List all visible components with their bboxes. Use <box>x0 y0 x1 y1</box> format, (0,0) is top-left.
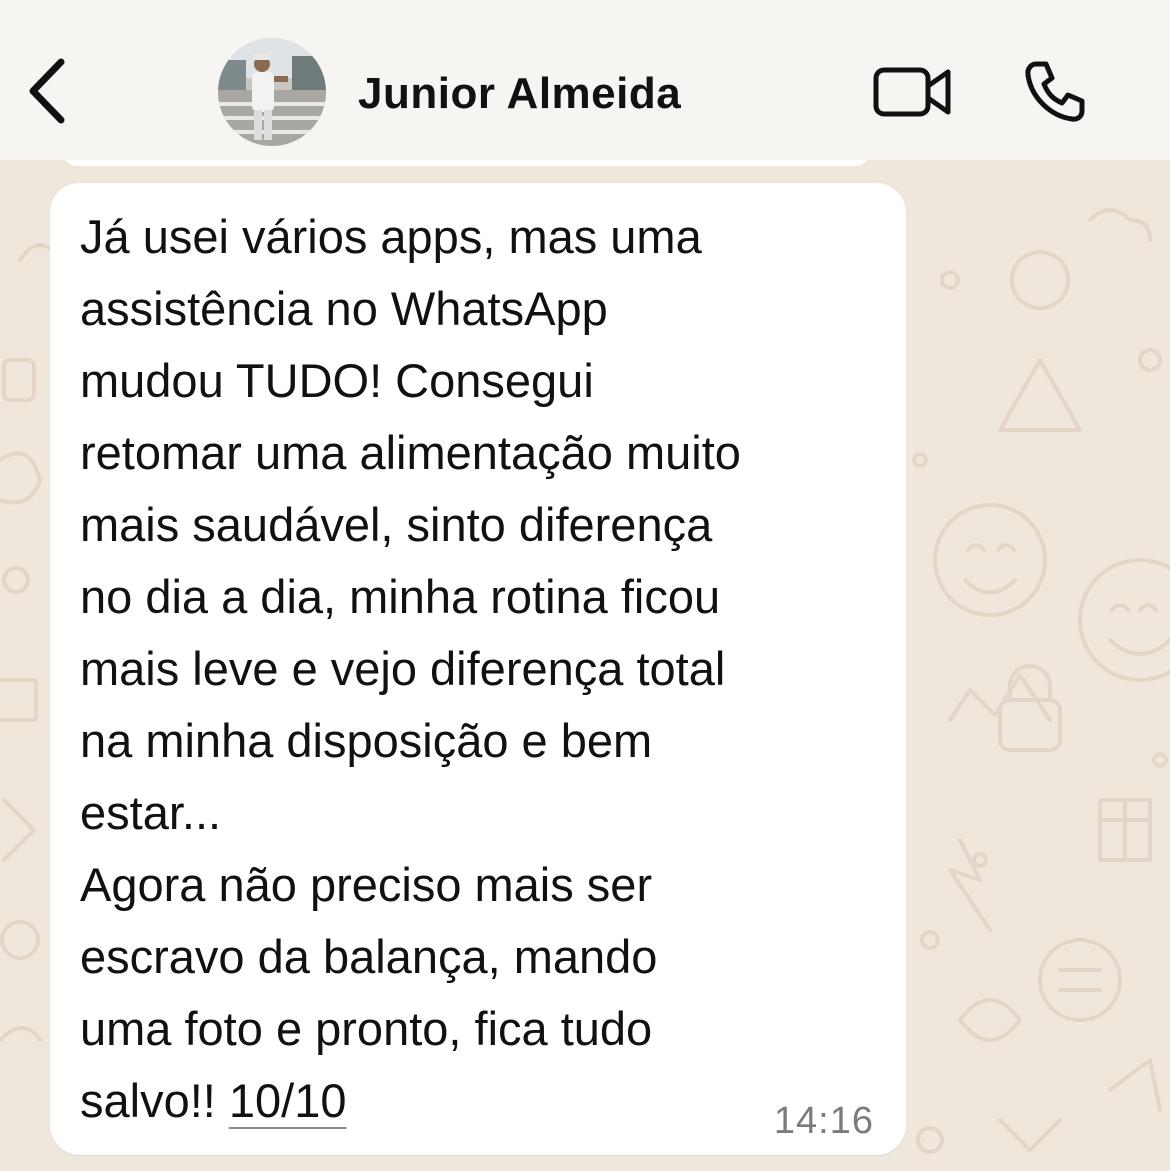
contact-name[interactable]: Junior Almeida <box>358 64 681 124</box>
avatar[interactable] <box>218 38 326 146</box>
rating-link[interactable]: 10/10 <box>229 1074 347 1127</box>
message-line: mudou TUDO! Consegui <box>80 354 594 407</box>
message-line: Já usei vários apps, mas uma <box>80 210 702 263</box>
message-line: na minha disposição e bem <box>80 714 653 767</box>
message-line: mais saudável, sinto diferença <box>80 498 713 551</box>
message-timestamp: 14:16 <box>773 1100 874 1142</box>
avatar-photo <box>218 38 326 146</box>
video-call-button[interactable] <box>872 62 954 122</box>
message-line: uma foto e pronto, fica tudo <box>80 1002 653 1055</box>
phone-icon <box>1025 61 1085 122</box>
chevron-left-icon <box>29 58 65 124</box>
message-line: retomar uma alimentação muito <box>80 426 741 479</box>
message-line: no dia a dia, minha rotina ficou <box>80 570 721 623</box>
back-button[interactable] <box>22 56 72 126</box>
message-line: mais leve e vejo diferença total <box>80 642 726 695</box>
message-line: assistência no WhatsApp <box>80 282 608 335</box>
chat-header: Junior Almeida <box>0 0 1170 160</box>
video-camera-icon <box>873 67 951 117</box>
message-bubble[interactable]: Já usei vários apps, mas uma assistência… <box>50 183 906 1155</box>
message-line: Agora não preciso mais ser <box>80 858 653 911</box>
message-line: estar... <box>80 786 222 839</box>
message-text: Já usei vários apps, mas uma assistência… <box>80 201 890 1137</box>
voice-call-button[interactable] <box>1022 58 1088 124</box>
message-line: salvo!! <box>80 1074 229 1127</box>
message-line: escravo da balança, mando <box>80 930 658 983</box>
previous-message-bubble[interactable] <box>60 160 872 166</box>
